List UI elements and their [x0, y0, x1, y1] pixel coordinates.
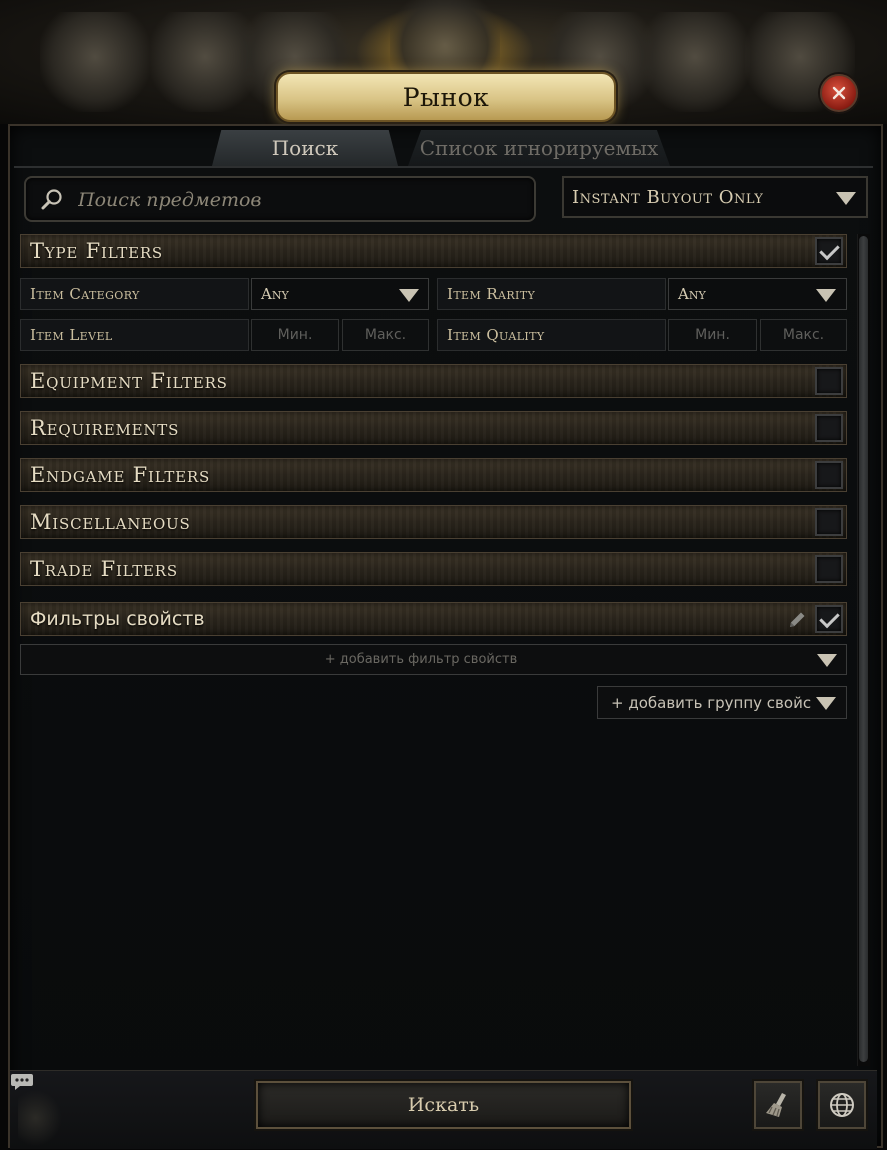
section-stat-filters[interactable]: Фильтры свойств: [20, 602, 847, 636]
scrollbar[interactable]: [857, 234, 870, 1066]
close-icon: [832, 86, 846, 100]
section-trade-filters[interactable]: Trade Filters: [20, 552, 847, 586]
tab-search-label: Поиск: [271, 136, 339, 160]
buyout-filter-select[interactable]: Instant Buyout Only: [562, 176, 868, 218]
item-quality-max-input[interactable]: Макс.: [760, 319, 847, 351]
globe-icon: [830, 1093, 854, 1117]
window-title: Рынок: [402, 82, 490, 112]
item-category-select[interactable]: Any: [251, 278, 429, 310]
search-button-label: Искать: [407, 1094, 480, 1116]
add-stat-group-label: + добавить группу свойс: [611, 694, 812, 712]
section-requirements[interactable]: Requirements: [20, 411, 847, 445]
add-stat-group-select[interactable]: + добавить группу свойс: [597, 686, 847, 719]
chevron-down-icon: [817, 654, 837, 667]
title-plate: Рынок: [276, 72, 616, 122]
requirements-checkbox[interactable]: [815, 414, 843, 442]
item-rarity-label: Item Rarity: [437, 278, 666, 310]
stat-filters-checkbox[interactable]: [815, 605, 843, 633]
item-category-value: Any: [261, 285, 289, 303]
item-level-label: Item Level: [20, 319, 249, 351]
trade-filters-checkbox[interactable]: [815, 555, 843, 583]
section-misc-label: Miscellaneous: [30, 510, 191, 534]
chevron-down-icon: [816, 289, 836, 302]
lion-statue-right: [640, 12, 750, 112]
window-header: Рынок: [0, 0, 887, 124]
search-input[interactable]: [76, 186, 520, 214]
broom-icon: [766, 1093, 786, 1117]
item-quality-min-input[interactable]: Мин.: [668, 319, 757, 351]
section-equipment-filters[interactable]: Equipment Filters: [20, 364, 847, 398]
item-level-min-input[interactable]: Мин.: [251, 319, 339, 351]
search-icon: [41, 189, 62, 210]
section-type-filters[interactable]: Type Filters: [20, 234, 847, 268]
chat-icon[interactable]: [10, 1072, 34, 1092]
tab-divider: [14, 166, 873, 168]
item-search-box[interactable]: [24, 176, 536, 222]
close-button[interactable]: [820, 74, 858, 112]
corner-ornament: [18, 1090, 62, 1146]
item-rarity-select[interactable]: Any: [668, 278, 847, 310]
griffin-statue-left: [40, 12, 150, 112]
buyout-select-value: Instant Buyout Only: [572, 187, 764, 208]
equipment-filters-checkbox[interactable]: [815, 367, 843, 395]
add-stat-filter-label: + добавить фильтр свойств: [324, 652, 518, 667]
item-quality-label: Item Quality: [437, 319, 666, 351]
tab-ignore-list[interactable]: Список игнорируемых: [408, 130, 670, 166]
section-endgame-filters[interactable]: Endgame Filters: [20, 458, 847, 492]
section-requirements-label: Requirements: [30, 416, 180, 440]
tab-search[interactable]: Поиск: [212, 130, 398, 166]
chevron-down-icon: [836, 192, 856, 205]
pencil-icon[interactable]: [786, 609, 808, 631]
search-button[interactable]: Искать: [256, 1081, 631, 1129]
item-level-max-input[interactable]: Макс.: [342, 319, 429, 351]
item-category-label: Item Category: [20, 278, 249, 310]
endgame-filters-checkbox[interactable]: [815, 461, 843, 489]
item-rarity-value: Any: [678, 285, 706, 303]
scrollbar-thumb[interactable]: [859, 236, 868, 1062]
section-equipment-label: Equipment Filters: [30, 369, 228, 393]
section-miscellaneous[interactable]: Miscellaneous: [20, 505, 847, 539]
miscellaneous-checkbox[interactable]: [815, 508, 843, 536]
add-stat-filter-select[interactable]: + добавить фильтр свойств: [20, 644, 847, 675]
section-trade-label: Trade Filters: [30, 557, 178, 581]
section-type-filters-label: Type Filters: [30, 239, 163, 263]
clear-filters-button[interactable]: [754, 1081, 802, 1129]
chevron-down-icon: [399, 289, 419, 302]
section-stat-filters-label: Фильтры свойств: [30, 608, 205, 630]
tab-ignore-list-label: Список игнорируемых: [419, 136, 659, 160]
section-endgame-label: Endgame Filters: [30, 463, 211, 487]
language-button[interactable]: [818, 1081, 866, 1129]
type-filters-checkbox[interactable]: [815, 237, 843, 265]
chevron-down-icon: [816, 697, 836, 710]
